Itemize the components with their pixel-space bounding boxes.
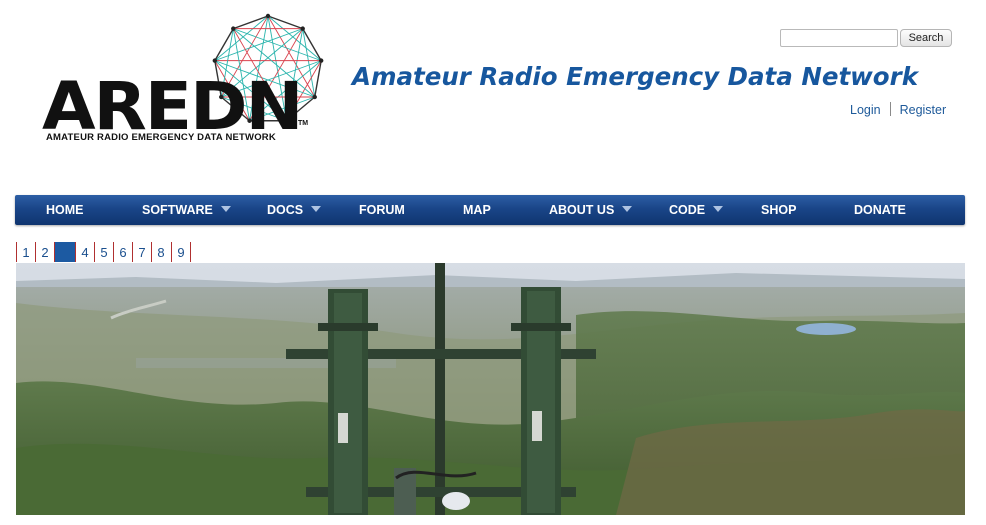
pager-page-6[interactable]: 6 xyxy=(113,242,132,262)
search-input[interactable] xyxy=(780,29,898,47)
nav-label: DOCS xyxy=(267,203,304,217)
nav-item-docs[interactable]: DOCS xyxy=(267,195,322,225)
logo-trademark: TM xyxy=(298,120,309,127)
antenna-mast-photo xyxy=(16,263,965,515)
pager-page-8[interactable]: 8 xyxy=(151,242,170,262)
nav-item-code[interactable]: CODE xyxy=(669,195,724,225)
nav-label: DONATE xyxy=(854,203,906,217)
nav-item-about-us[interactable]: ABOUT US xyxy=(549,195,633,225)
aredn-logo[interactable]: AREDN TM AMATEUR RADIO EMERGENCY DATA NE… xyxy=(40,10,340,155)
login-link[interactable]: Login xyxy=(850,103,881,117)
nav-label: ABOUT US xyxy=(549,203,615,217)
logo-wordmark: AREDN xyxy=(42,68,303,145)
nav-item-shop[interactable]: SHOP xyxy=(761,195,796,225)
nav-item-map[interactable]: MAP xyxy=(463,195,491,225)
pager-divider xyxy=(190,242,191,262)
nav-label: HOME xyxy=(46,203,84,217)
nav-label: FORUM xyxy=(359,203,405,217)
slideshow-image[interactable] xyxy=(16,263,965,515)
pager-page-5[interactable]: 5 xyxy=(94,242,113,262)
pager-page-7[interactable]: 7 xyxy=(132,242,151,262)
nav-label: CODE xyxy=(669,203,706,217)
nav-label: SHOP xyxy=(761,203,797,217)
main-nav: HOME SOFTWARE DOCS FORUM MAP ABOUT US CO… xyxy=(15,195,965,225)
pager-page-3-active[interactable]: 3 xyxy=(54,242,75,262)
nav-label: SOFTWARE xyxy=(142,203,213,217)
register-link[interactable]: Register xyxy=(900,103,947,117)
nav-item-forum[interactable]: FORUM xyxy=(359,195,405,225)
chevron-down-icon xyxy=(622,206,633,212)
pager-page-2[interactable]: 2 xyxy=(35,242,54,262)
nav-item-software[interactable]: SOFTWARE xyxy=(142,195,231,225)
chevron-down-icon xyxy=(311,206,322,212)
pager-page-9[interactable]: 9 xyxy=(171,242,190,262)
nav-item-donate[interactable]: DONATE xyxy=(854,195,906,225)
auth-links: Login Register xyxy=(850,102,946,117)
search-button[interactable]: Search xyxy=(900,29,952,47)
nav-item-home[interactable]: HOME xyxy=(46,195,84,225)
chevron-down-icon xyxy=(220,206,231,212)
chevron-down-icon xyxy=(713,206,724,212)
logo-subtitle: AMATEUR RADIO EMERGENCY DATA NETWORK xyxy=(46,132,276,143)
auth-divider xyxy=(889,102,891,116)
nav-label: MAP xyxy=(463,203,491,217)
pager-page-1[interactable]: 1 xyxy=(16,242,35,262)
site-title: Amateur Radio Emergency Data Network xyxy=(352,62,919,91)
pager-page-4[interactable]: 4 xyxy=(75,242,94,262)
